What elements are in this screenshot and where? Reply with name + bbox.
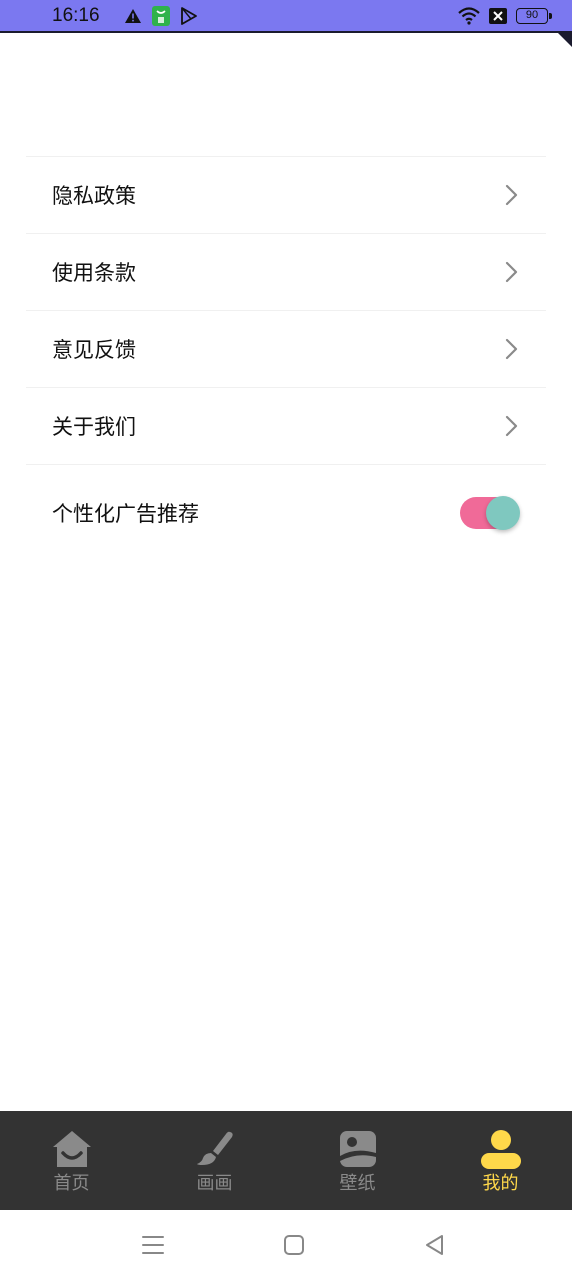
chevron-right-icon — [505, 415, 518, 437]
setting-label: 个性化广告推荐 — [52, 502, 199, 526]
wifi-icon — [458, 6, 480, 25]
wallpaper-icon — [339, 1131, 376, 1167]
status-right-icons: 90 — [458, 6, 552, 25]
warning-icon — [124, 8, 141, 23]
about-us-item[interactable]: 关于我们 — [26, 388, 546, 465]
setting-label: 使用条款 — [52, 261, 136, 285]
menu-icon[interactable] — [140, 1232, 166, 1258]
feedback-item[interactable]: 意见反馈 — [26, 311, 546, 388]
back-triangle-icon[interactable] — [422, 1232, 448, 1258]
setting-label: 隐私政策 — [52, 184, 136, 208]
chevron-right-icon — [505, 184, 518, 206]
status-bar: 16:16 90 — [0, 0, 572, 33]
tab-wallpaper[interactable]: 壁纸 — [286, 1111, 429, 1210]
tab-draw[interactable]: 画画 — [143, 1111, 286, 1210]
tab-label: 壁纸 — [339, 1173, 376, 1194]
tab-label: 我的 — [482, 1173, 519, 1194]
chevron-right-icon — [505, 261, 518, 283]
play-store-icon — [180, 6, 197, 25]
setting-label: 关于我们 — [52, 415, 136, 439]
settings-list: 隐私政策 使用条款 意见反馈 关于我们 个性化广告推荐 — [26, 156, 546, 561]
sim-x-icon — [489, 7, 507, 24]
battery-icon: 90 — [516, 7, 552, 24]
privacy-policy-item[interactable]: 隐私政策 — [26, 157, 546, 234]
person-icon — [480, 1130, 521, 1169]
tab-label: 首页 — [53, 1173, 90, 1194]
tab-mine[interactable]: 我的 — [429, 1111, 572, 1210]
home-square-icon[interactable] — [281, 1232, 307, 1258]
terms-of-use-item[interactable]: 使用条款 — [26, 234, 546, 311]
personalized-ads-toggle[interactable] — [460, 496, 520, 530]
bottom-tab-bar: 首页 画画 壁纸 我的 — [0, 1111, 572, 1210]
tab-home[interactable]: 首页 — [0, 1111, 143, 1210]
status-bar-corner — [556, 31, 572, 47]
setting-label: 意见反馈 — [52, 338, 136, 362]
system-nav-bar — [0, 1210, 572, 1280]
personalized-ads-item: 个性化广告推荐 — [26, 465, 546, 561]
tab-label: 画画 — [196, 1173, 233, 1194]
brush-icon — [196, 1131, 233, 1165]
app-notification-icon — [151, 5, 170, 26]
status-time: 16:16 — [52, 4, 100, 26]
home-icon — [52, 1131, 91, 1167]
chevron-right-icon — [505, 338, 518, 360]
toggle-knob — [486, 496, 520, 530]
status-left-icons — [124, 5, 198, 26]
